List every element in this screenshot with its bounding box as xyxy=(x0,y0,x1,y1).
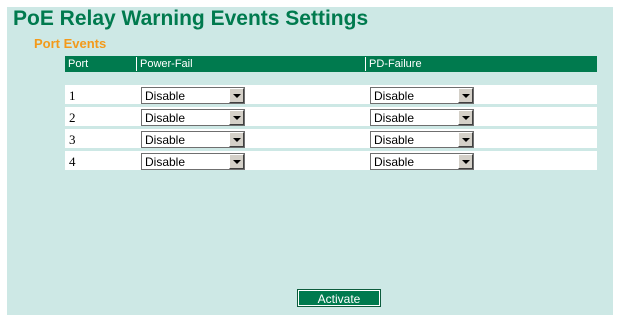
pd-failure-select-port-4[interactable]: Disable xyxy=(370,153,474,170)
power-fail-select-port-3[interactable]: Disable xyxy=(141,131,245,148)
port-number: 1 xyxy=(69,88,76,103)
table-header: Port Power-Fail PD-Failure xyxy=(65,56,597,72)
chevron-down-icon[interactable] xyxy=(458,88,473,103)
pd-failure-select-port-2[interactable]: Disable xyxy=(370,109,474,126)
table-row: 1 Disable Disable xyxy=(65,85,597,104)
select-value: Disable xyxy=(145,155,186,169)
table-row: 4 Disable Disable xyxy=(65,151,597,170)
select-value: Disable xyxy=(374,111,415,125)
select-value: Disable xyxy=(374,155,415,169)
chevron-down-icon[interactable] xyxy=(458,110,473,125)
select-value: Disable xyxy=(374,89,415,103)
chevron-down-icon[interactable] xyxy=(229,110,244,125)
activate-button[interactable]: Activate xyxy=(297,289,381,307)
header-port: Port xyxy=(68,58,89,70)
table-row: 3 Disable Disable xyxy=(65,129,597,148)
power-fail-select-port-2[interactable]: Disable xyxy=(141,109,245,126)
pd-failure-select-port-3[interactable]: Disable xyxy=(370,131,474,148)
chevron-down-icon[interactable] xyxy=(458,132,473,147)
port-number: 2 xyxy=(69,110,76,125)
select-value: Disable xyxy=(374,133,415,147)
select-value: Disable xyxy=(145,133,186,147)
port-events-table: Port Power-Fail PD-Failure 1 Disable Dis… xyxy=(65,56,597,173)
chevron-down-icon[interactable] xyxy=(229,88,244,103)
section-title: Port Events xyxy=(34,36,107,51)
select-value: Disable xyxy=(145,89,186,103)
page-title: PoE Relay Warning Events Settings xyxy=(13,7,369,30)
header-pd-failure: PD-Failure xyxy=(365,57,597,71)
chevron-down-icon[interactable] xyxy=(458,154,473,169)
table-row: 2 Disable Disable xyxy=(65,107,597,126)
port-number: 4 xyxy=(69,154,76,169)
settings-panel: PoE Relay Warning Events Settings Port E… xyxy=(7,7,613,315)
chevron-down-icon[interactable] xyxy=(229,132,244,147)
pd-failure-select-port-1[interactable]: Disable xyxy=(370,87,474,104)
chevron-down-icon[interactable] xyxy=(229,154,244,169)
port-number: 3 xyxy=(69,132,76,147)
power-fail-select-port-1[interactable]: Disable xyxy=(141,87,245,104)
power-fail-select-port-4[interactable]: Disable xyxy=(141,153,245,170)
header-power-fail: Power-Fail xyxy=(136,57,365,71)
select-value: Disable xyxy=(145,111,186,125)
